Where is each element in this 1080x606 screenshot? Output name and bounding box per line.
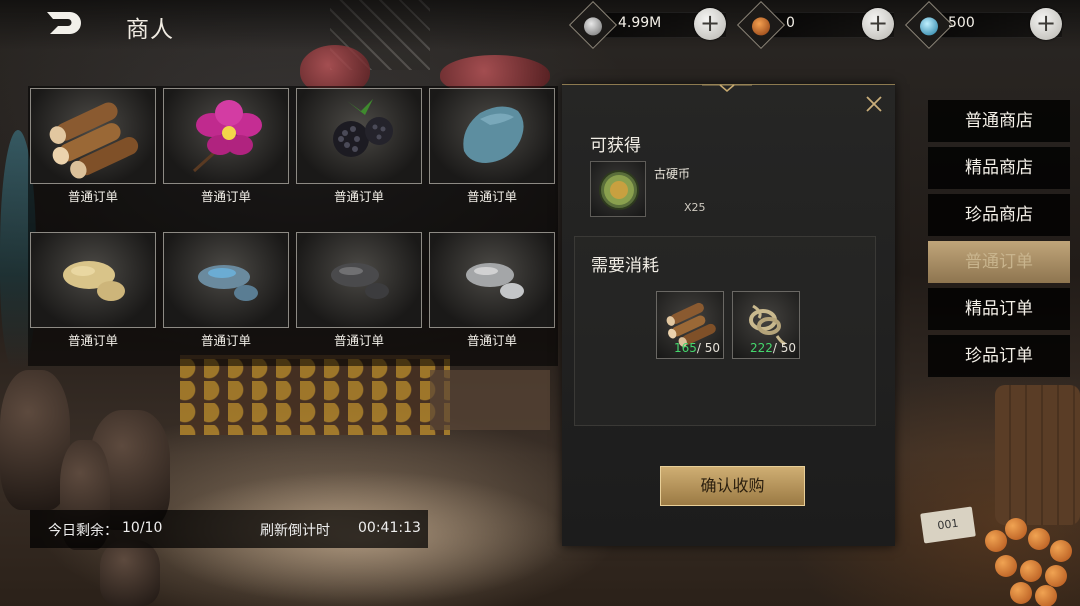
cost-need-amount: / 50 xyxy=(696,341,720,355)
cost-have-amount: 222 xyxy=(749,341,773,355)
tab-premium-order[interactable]: 精品订单 xyxy=(928,288,1070,330)
card-image xyxy=(163,232,289,328)
top-bar: 商人 4.99M + 0 + 500 + xyxy=(0,0,1080,50)
refresh-countdown: 00:41:13 xyxy=(358,520,421,536)
cost-count: 222/ 50 xyxy=(733,341,799,355)
card-label: 普通订单 xyxy=(466,189,517,204)
order-card-wood[interactable]: 普通订单 xyxy=(30,88,156,224)
reward-name: 古硬币 xyxy=(654,167,691,181)
order-card-blue-ore[interactable]: 普通订单 xyxy=(163,232,289,368)
card-label: 普通订单 xyxy=(466,333,517,348)
card-label: 普通订单 xyxy=(67,333,118,348)
ornament-icon xyxy=(702,84,752,92)
reward-quantity: X25 xyxy=(684,201,706,214)
orchid-flower-icon xyxy=(192,100,262,173)
card-image xyxy=(296,88,422,184)
confirm-purchase-button[interactable]: 确认收购 xyxy=(660,466,805,506)
background-orange xyxy=(1028,528,1050,550)
currency-bronze: 0 + xyxy=(736,0,894,50)
background-orange xyxy=(1050,540,1072,562)
background-orange xyxy=(1035,585,1057,606)
back-button[interactable] xyxy=(44,8,84,38)
background-orange xyxy=(985,530,1007,552)
add-gem-button[interactable]: + xyxy=(1030,8,1062,40)
tab-premium-shop[interactable]: 精品商店 xyxy=(928,147,1070,189)
blue-gem-icon xyxy=(904,0,954,50)
card-image xyxy=(296,232,422,328)
blue-stone-icon xyxy=(463,106,524,163)
background-orange xyxy=(1045,565,1067,587)
order-grid: 普通订单 普通订单 普通订单 普通订单 普通订单 普通订单 普通订单 普通订单 xyxy=(28,86,558,366)
background-vase xyxy=(100,540,160,606)
tab-rare-order[interactable]: 珍品订单 xyxy=(928,335,1070,377)
card-label: 普通订单 xyxy=(200,333,251,348)
cost-section: 需要消耗 165/ 50 222/ 50 xyxy=(574,236,876,426)
card-label: 普通订单 xyxy=(200,189,251,204)
order-card-yellow-ore[interactable]: 普通订单 xyxy=(30,232,156,368)
tab-normal-order[interactable]: 普通订单 xyxy=(928,241,1070,283)
currency-gem: 500 + xyxy=(904,0,1062,50)
background-orange xyxy=(1010,582,1032,604)
card-label: 普通订单 xyxy=(333,189,384,204)
white-ore-icon xyxy=(466,263,524,299)
reward-slot[interactable] xyxy=(590,161,646,217)
silver-coin-icon xyxy=(568,0,618,50)
back-arrow-icon xyxy=(47,12,81,34)
add-silver-button[interactable]: + xyxy=(694,8,726,40)
background-orange xyxy=(1020,560,1042,582)
cost-need-amount: / 50 xyxy=(772,341,796,355)
cost-title: 需要消耗 xyxy=(591,256,659,276)
card-image xyxy=(429,88,555,184)
daily-status-bar: 今日剩余： 10/10 刷新倒计时 00:41:13 xyxy=(30,510,428,548)
background-crate xyxy=(430,370,550,430)
cost-slot-rope[interactable]: 222/ 50 xyxy=(732,291,800,359)
order-card-dark-ore[interactable]: 普通订单 xyxy=(296,232,422,368)
card-image xyxy=(163,88,289,184)
refresh-label: 刷新倒计时 xyxy=(260,523,330,539)
ancient-coin-icon xyxy=(599,170,639,210)
order-card-blue-stone[interactable]: 普通订单 xyxy=(429,88,555,224)
order-card-blackberry[interactable]: 普通订单 xyxy=(296,88,422,224)
background-barrel xyxy=(995,385,1080,525)
close-button[interactable] xyxy=(865,95,883,113)
close-icon xyxy=(866,96,882,112)
cost-have-amount: 165 xyxy=(673,341,697,355)
background-orange xyxy=(995,555,1017,577)
obtain-title: 可获得 xyxy=(590,136,641,156)
card-label: 普通订单 xyxy=(333,333,384,348)
order-card-white-ore[interactable]: 普通订单 xyxy=(429,232,555,368)
tab-rare-shop[interactable]: 珍品商店 xyxy=(928,194,1070,236)
blackberry-icon xyxy=(333,99,393,157)
cost-count: 165/ 50 xyxy=(657,341,723,355)
cost-slot-wood[interactable]: 165/ 50 xyxy=(656,291,724,359)
yellow-ore-icon xyxy=(63,261,125,301)
tab-normal-shop[interactable]: 普通商店 xyxy=(928,100,1070,142)
remaining-value: 10/10 xyxy=(122,520,163,536)
blue-ore-icon xyxy=(198,265,258,301)
card-image xyxy=(30,88,156,184)
dark-ore-icon xyxy=(331,263,389,299)
card-label: 普通订单 xyxy=(67,189,118,204)
currency-bronze-value: 0 xyxy=(786,15,795,31)
background-price-sign: 001 xyxy=(920,506,976,544)
order-card-orchid[interactable]: 普通订单 xyxy=(163,88,289,224)
background-orange xyxy=(1005,518,1027,540)
currency-silver-value: 4.99M xyxy=(618,15,662,31)
currency-gem-value: 500 xyxy=(948,15,975,31)
page-title: 商人 xyxy=(126,17,174,43)
currency-silver: 4.99M + xyxy=(568,0,726,50)
add-bronze-button[interactable]: + xyxy=(862,8,894,40)
remaining-label: 今日剩余： xyxy=(48,523,118,539)
card-image xyxy=(429,232,555,328)
card-image xyxy=(30,232,156,328)
order-detail-panel: 可获得 古硬币 X25 需要消耗 165/ 50 222/ 50 确认收购 xyxy=(562,84,895,546)
bronze-medal-icon xyxy=(736,0,786,50)
wood-logs-icon xyxy=(49,102,139,179)
